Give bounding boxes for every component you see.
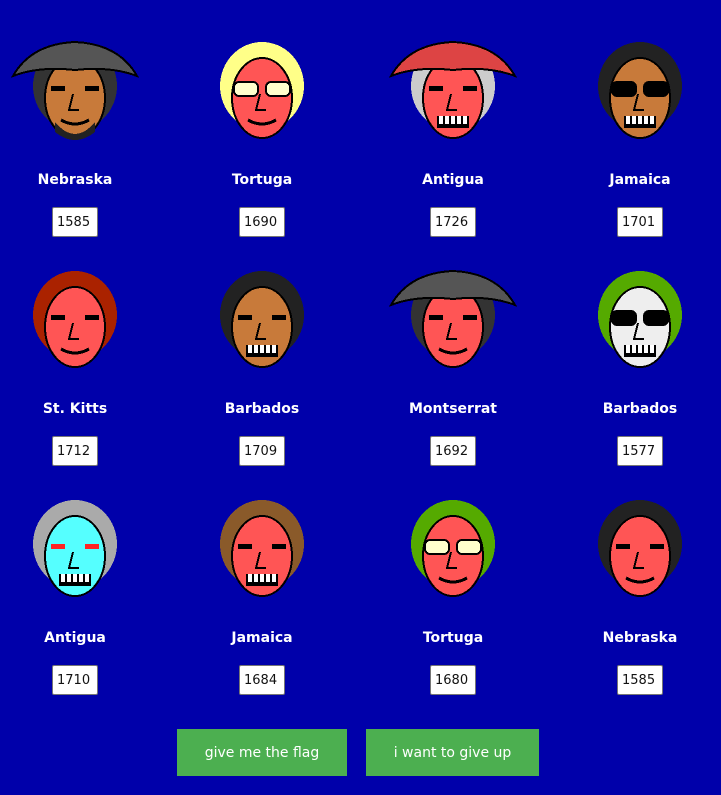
half-skull-man-portrait-icon xyxy=(576,36,704,148)
portrait-place-label: Antigua xyxy=(422,172,484,188)
portrait-grid: Nebraska Tortuga Antigua Jamaica St. Kitts Ba… xyxy=(0,0,721,700)
red-haired-woman-portrait-icon xyxy=(11,265,139,377)
pirate-captain-tricorn-portrait-icon xyxy=(389,265,517,377)
portrait-place-label: Jamaica xyxy=(231,630,293,646)
portrait-card: Montserrat xyxy=(373,229,533,466)
give-me-the-flag-button[interactable]: give me the flag xyxy=(177,729,347,776)
portrait-card: Nebraska xyxy=(560,458,720,695)
portrait-place-label: Tortuga xyxy=(231,172,293,188)
year-input[interactable] xyxy=(430,665,476,695)
portrait-card: St. Kitts xyxy=(0,229,155,466)
portrait-card: Nebraska xyxy=(0,0,155,237)
portrait-place-label: Barbados xyxy=(224,401,300,417)
give-up-button[interactable]: i want to give up xyxy=(366,729,539,776)
portrait-place-label: Antigua xyxy=(44,630,106,646)
goggled-mohawk-man-portrait-icon xyxy=(389,494,517,606)
portrait-place-label: Montserrat xyxy=(409,401,497,417)
portrait-place-label: Nebraska xyxy=(37,172,113,188)
portrait-card: Jamaica xyxy=(560,0,720,237)
portrait-place-label: St. Kitts xyxy=(42,401,108,417)
portrait-card: Antigua xyxy=(0,458,155,695)
blonde-man-sunglasses-portrait-icon xyxy=(198,36,326,148)
portrait-card: Barbados xyxy=(182,229,342,466)
portrait-place-label: Barbados xyxy=(602,401,678,417)
portrait-card: Tortuga xyxy=(182,0,342,237)
portrait-place-label: Nebraska xyxy=(602,630,678,646)
cyan-ghost-pirate-portrait-icon xyxy=(11,494,139,606)
brown-haired-ghoul-portrait-icon xyxy=(198,494,326,606)
portrait-place-label: Tortuga xyxy=(422,630,484,646)
fanged-man-portrait-icon xyxy=(198,265,326,377)
year-input[interactable] xyxy=(239,665,285,695)
year-input[interactable] xyxy=(52,665,98,695)
dark-haired-woman-portrait-icon xyxy=(576,494,704,606)
portrait-card: Tortuga xyxy=(373,458,533,695)
mohawk-skull-portrait-icon xyxy=(576,265,704,377)
portrait-card: Barbados xyxy=(560,229,720,466)
portrait-place-label: Jamaica xyxy=(609,172,671,188)
turbaned-ghoul-portrait-icon xyxy=(389,36,517,148)
year-input[interactable] xyxy=(617,665,663,695)
pirate-captain-tricorn-portrait-icon xyxy=(11,36,139,148)
portrait-card: Jamaica xyxy=(182,458,342,695)
portrait-card: Antigua xyxy=(373,0,533,237)
